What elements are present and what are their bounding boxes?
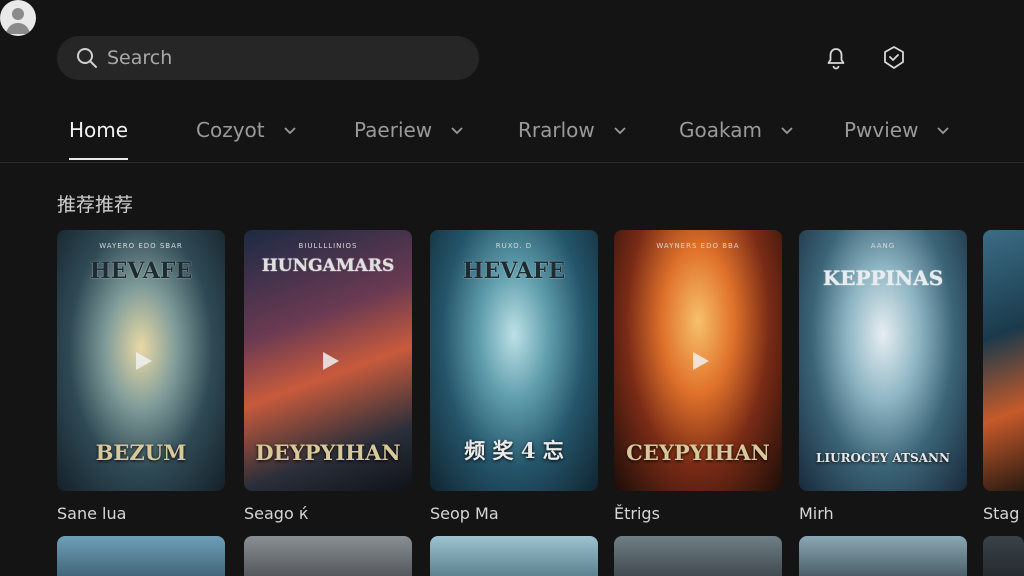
- poster-card[interactable]: AANG KEPPINAS LIUROCEY ATSANN: [799, 230, 967, 491]
- chevron-down-icon: [451, 127, 463, 135]
- poster-title-top: KEPPINAS: [822, 266, 944, 290]
- poster-top-caption: BIULLLLINIOS: [298, 242, 358, 250]
- poster-image: [983, 230, 1024, 491]
- poster-card[interactable]: RUXO. D HEVAFE 频 奖 4 忘: [430, 230, 598, 491]
- search-icon: [77, 48, 97, 68]
- poster-card[interactable]: WAYNERS EDO BBA CEYPYIHAN: [614, 230, 782, 491]
- poster-top-caption: WAYNERS EDO BBA: [656, 242, 740, 250]
- tab-cozyot[interactable]: Cozyot: [196, 118, 297, 162]
- security-button[interactable]: [876, 40, 912, 76]
- tab-label: Home: [69, 118, 129, 142]
- poster-card-row2[interactable]: [430, 536, 598, 576]
- tab-label: Cozyot: [196, 118, 265, 142]
- poster-card-row2[interactable]: [244, 536, 412, 576]
- poster-caption: Seop Ma: [430, 504, 499, 523]
- poster-title-bottom: BEZUM: [95, 440, 187, 465]
- poster-card-row2[interactable]: [57, 536, 225, 576]
- tab-label: Paeriew: [354, 118, 433, 142]
- poster-top-caption: AANG: [870, 242, 896, 250]
- tab-pwview[interactable]: Pwview: [844, 118, 950, 162]
- section-title: 推荐推荐: [57, 194, 134, 216]
- shield-icon: [884, 46, 904, 69]
- user-avatar[interactable]: [0, 0, 1023, 568]
- play-icon: [323, 351, 339, 370]
- chevron-down-icon: [614, 127, 626, 135]
- search-bar[interactable]: [57, 36, 479, 80]
- poster-top-caption: RUXO. D: [495, 242, 533, 250]
- poster-title-top: HEVAFE: [89, 258, 193, 284]
- tab-rrarlow[interactable]: Rrarlow: [518, 118, 627, 162]
- tab-home[interactable]: Home: [69, 118, 129, 162]
- poster-caption: Stag: [983, 504, 1020, 523]
- poster-title-bottom: LIUROCEY ATSANN: [816, 451, 950, 465]
- user-icon: [6, 8, 30, 34]
- poster-card-row2[interactable]: [614, 536, 782, 576]
- poster-top-caption: WAYERO EDO SBAR: [99, 242, 183, 250]
- poster-caption: Ětrigs: [614, 504, 660, 523]
- tab-label: Goakam: [679, 118, 762, 142]
- poster-card[interactable]: WAYERO EDO SBAR HEVAFE BEZUM: [57, 230, 225, 491]
- bell-icon: [827, 48, 845, 70]
- chevron-down-icon: [937, 127, 950, 135]
- poster-title-top: HUNGAMARS: [261, 256, 395, 276]
- tab-goakam[interactable]: Goakam: [679, 118, 794, 162]
- poster-card-row2[interactable]: [983, 536, 1024, 576]
- tab-paeriew[interactable]: Paeriew: [354, 118, 464, 162]
- notifications-button[interactable]: [818, 40, 854, 76]
- poster-caption: Mirh: [799, 504, 834, 523]
- tab-label: Rrarlow: [518, 118, 595, 142]
- play-icon: [693, 351, 709, 370]
- active-tab-underline: [69, 158, 129, 160]
- poster-card[interactable]: BIULLLLINIOS HUNGAMARS DEYPYIHAN: [244, 230, 412, 491]
- nav-divider: [0, 162, 1024, 163]
- poster-card-partial[interactable]: [983, 230, 1024, 491]
- nav-tabs: Home Cozyot Paeriew Rrarlow Goakam Pwvie…: [0, 118, 1024, 162]
- poster-card-row2[interactable]: [799, 536, 967, 576]
- tab-label: Pwview: [844, 118, 919, 142]
- poster-caption: Sane lua: [57, 504, 127, 523]
- poster-title-bottom: DEYPYIHAN: [255, 440, 401, 465]
- poster-title-bottom: CEYPYIHAN: [626, 440, 770, 465]
- poster-title-bottom: 频 奖 4 忘: [464, 438, 564, 463]
- search-input[interactable]: [107, 47, 467, 69]
- chevron-down-icon: [781, 127, 793, 135]
- play-icon: [136, 351, 152, 370]
- poster-caption: Seago ќ: [244, 504, 309, 523]
- chevron-down-icon: [283, 127, 296, 135]
- poster-title-top: HEVAFE: [462, 258, 566, 284]
